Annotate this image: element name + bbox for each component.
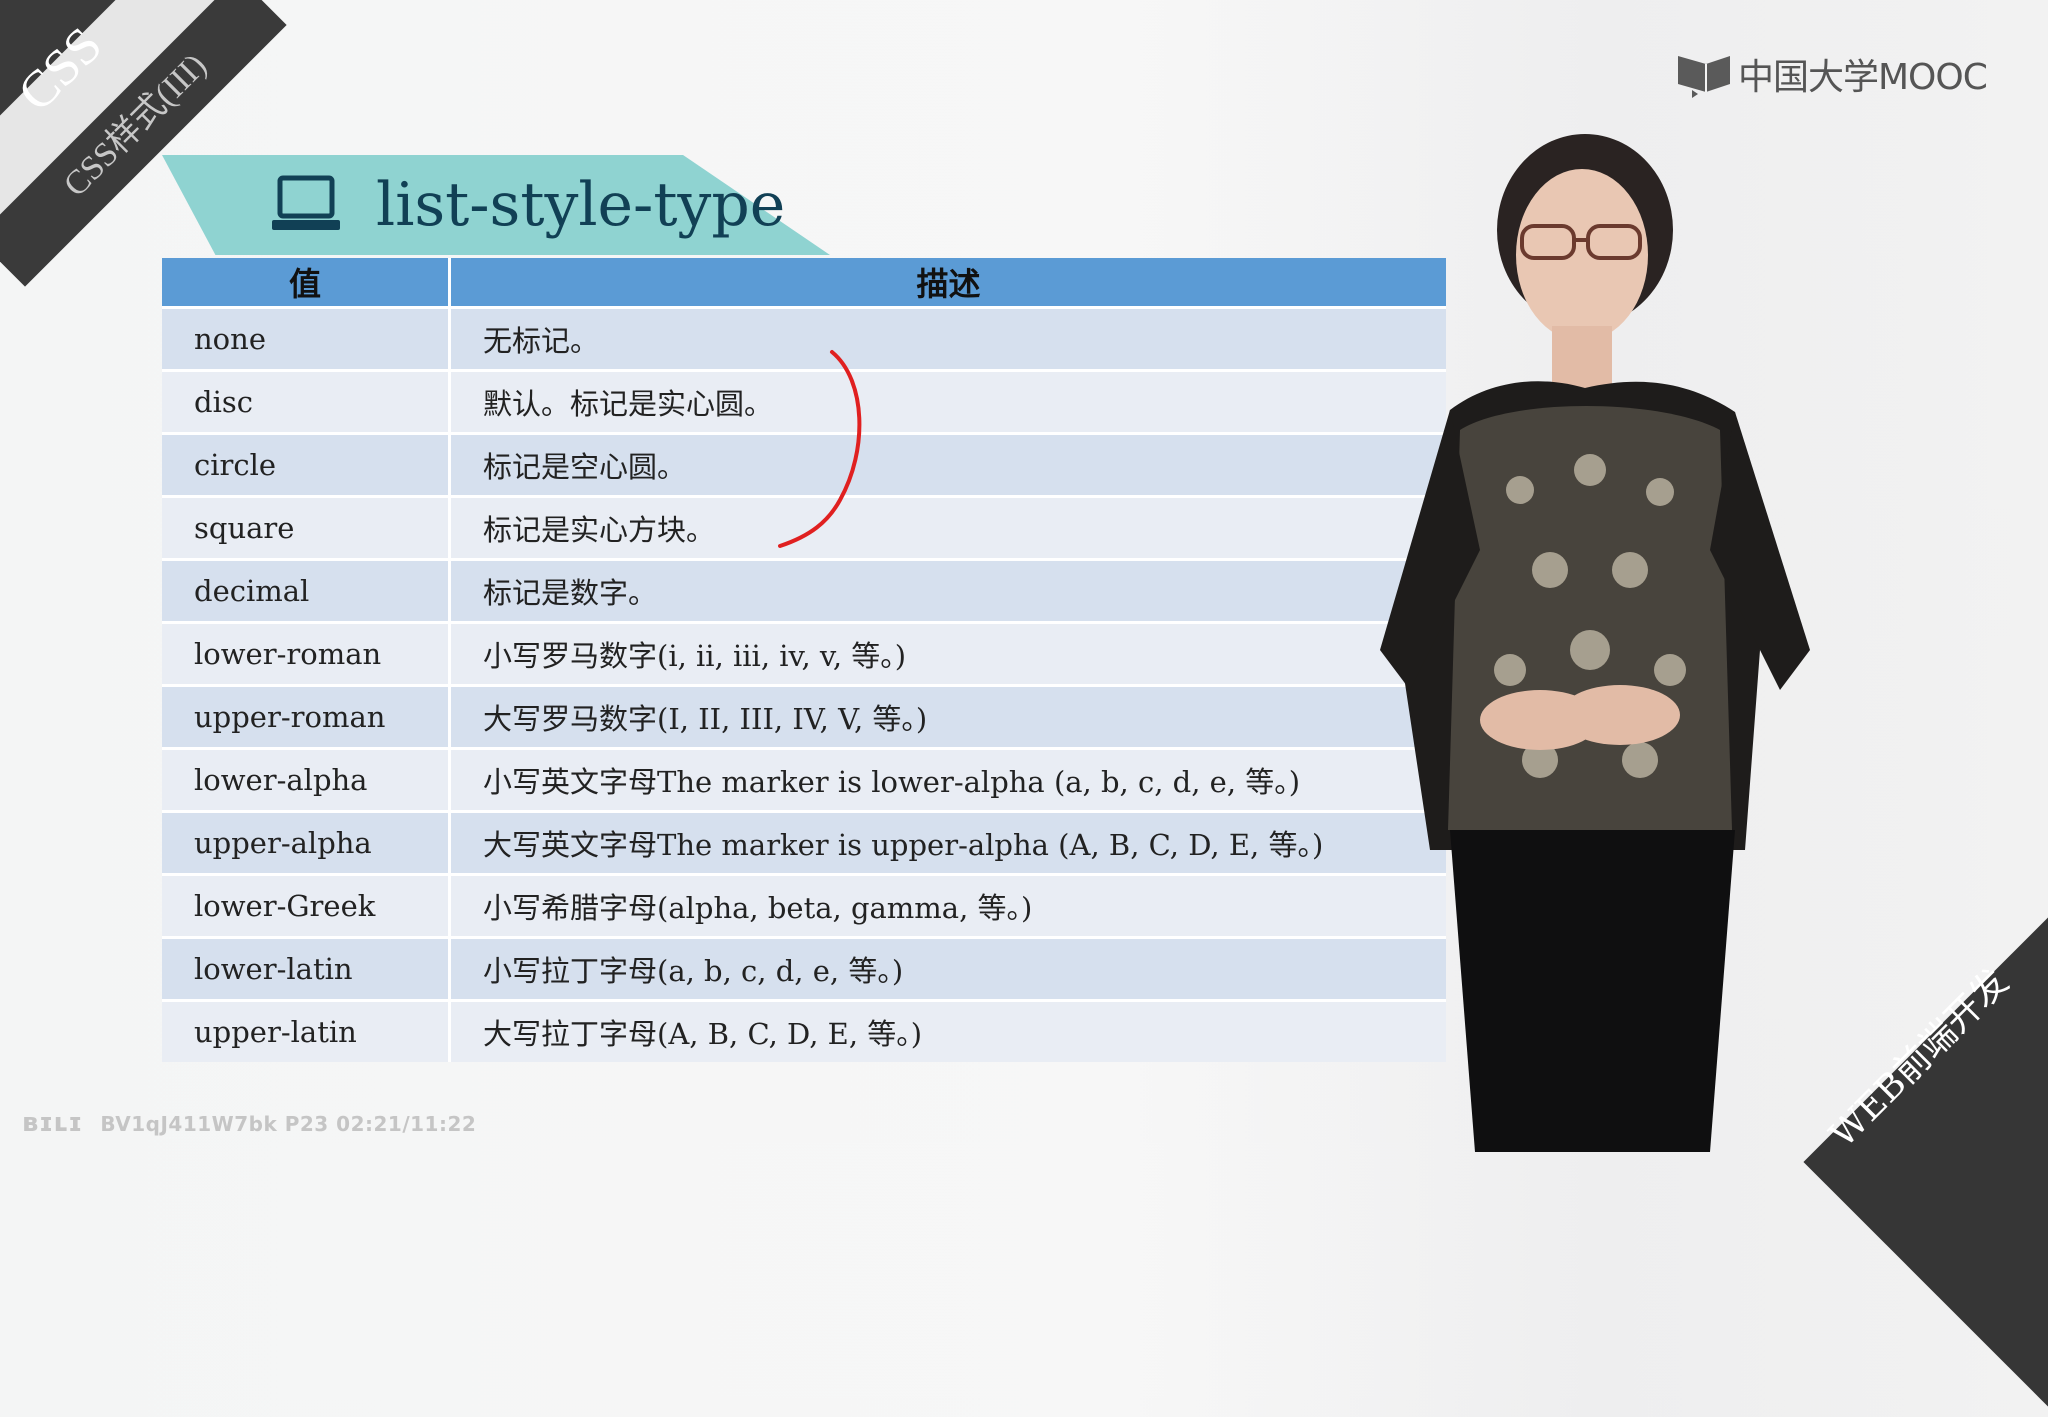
cell-description: 小写希腊字母(alpha, beta, gamma, 等。) [449,873,1446,938]
cell-value: decimal [162,558,451,623]
cell-value: lower-roman [162,621,451,686]
cell-description: 小写罗马数字(i, ii, iii, iv, v, 等。) [449,621,1446,686]
cell-value: circle [162,432,451,497]
table-header-row: 值 描述 [162,258,1446,308]
cell-description: 小写拉丁字母(a, b, c, d, e, 等。) [449,936,1446,1001]
cell-value: disc [162,369,451,434]
table-row: upper-alpha 大写英文字母The marker is upper-al… [162,810,1446,875]
cell-value: upper-latin [162,999,451,1062]
cell-value: lower-latin [162,936,451,1001]
table-row: upper-latin 大写拉丁字母(A, B, C, D, E, 等。) [162,999,1446,1062]
bilibili-logo-icon: ʙɪʟɪ [22,1108,83,1138]
mooc-logo: 中国大学MOOC [1676,48,1988,100]
cell-value: upper-roman [162,684,451,749]
cell-description: 默认。标记是实心圆。 [449,369,1446,434]
column-header-value: 值 [162,258,451,308]
table-row: lower-latin 小写拉丁字母(a, b, c, d, e, 等。) [162,936,1446,1001]
cell-description: 标记是数字。 [449,558,1446,623]
cell-description: 大写拉丁字母(A, B, C, D, E, 等。) [449,999,1446,1062]
cell-value: upper-alpha [162,810,451,875]
cell-description: 标记是空心圆。 [449,432,1446,497]
cell-description: 标记是实心方块。 [449,495,1446,560]
cell-description: 无标记。 [449,306,1446,371]
logo-text: 中国大学MOOC [1738,57,1988,98]
cell-description: 小写英文字母The marker is lower-alpha (a, b, c… [449,747,1446,812]
table-row: lower-roman 小写罗马数字(i, ii, iii, iv, v, 等。… [162,621,1446,686]
table-row: upper-roman 大写罗马数字(I, II, III, IV, V, 等。… [162,684,1446,749]
table-row: decimal 标记是数字。 [162,558,1446,623]
video-id-timestamp: BV1qJ411W7bk P23 02:21/11:22 [100,1112,477,1136]
table-row: lower-Greek 小写希腊字母(alpha, beta, gamma, 等… [162,873,1446,938]
presenter-figure [1380,134,1810,1152]
cell-value: lower-Greek [162,873,451,938]
cell-description: 大写英文字母The marker is upper-alpha (A, B, C… [449,810,1446,875]
video-watermark: ʙɪʟɪ BV1qJ411W7bk P23 02:21/11:22 [22,1108,476,1138]
page-title: list-style-type [376,170,786,240]
column-header-description: 描述 [449,258,1446,308]
cell-description: 大写罗马数字(I, II, III, IV, V, 等。) [449,684,1446,749]
laptop-icon [272,175,340,230]
mooc-logo-icon [1678,56,1730,98]
pen-annotation-bracket [778,350,862,548]
table-row: lower-alpha 小写英文字母The marker is lower-al… [162,747,1446,812]
cell-value: lower-alpha [162,747,451,812]
cell-value: none [162,306,451,371]
cell-value: square [162,495,451,560]
